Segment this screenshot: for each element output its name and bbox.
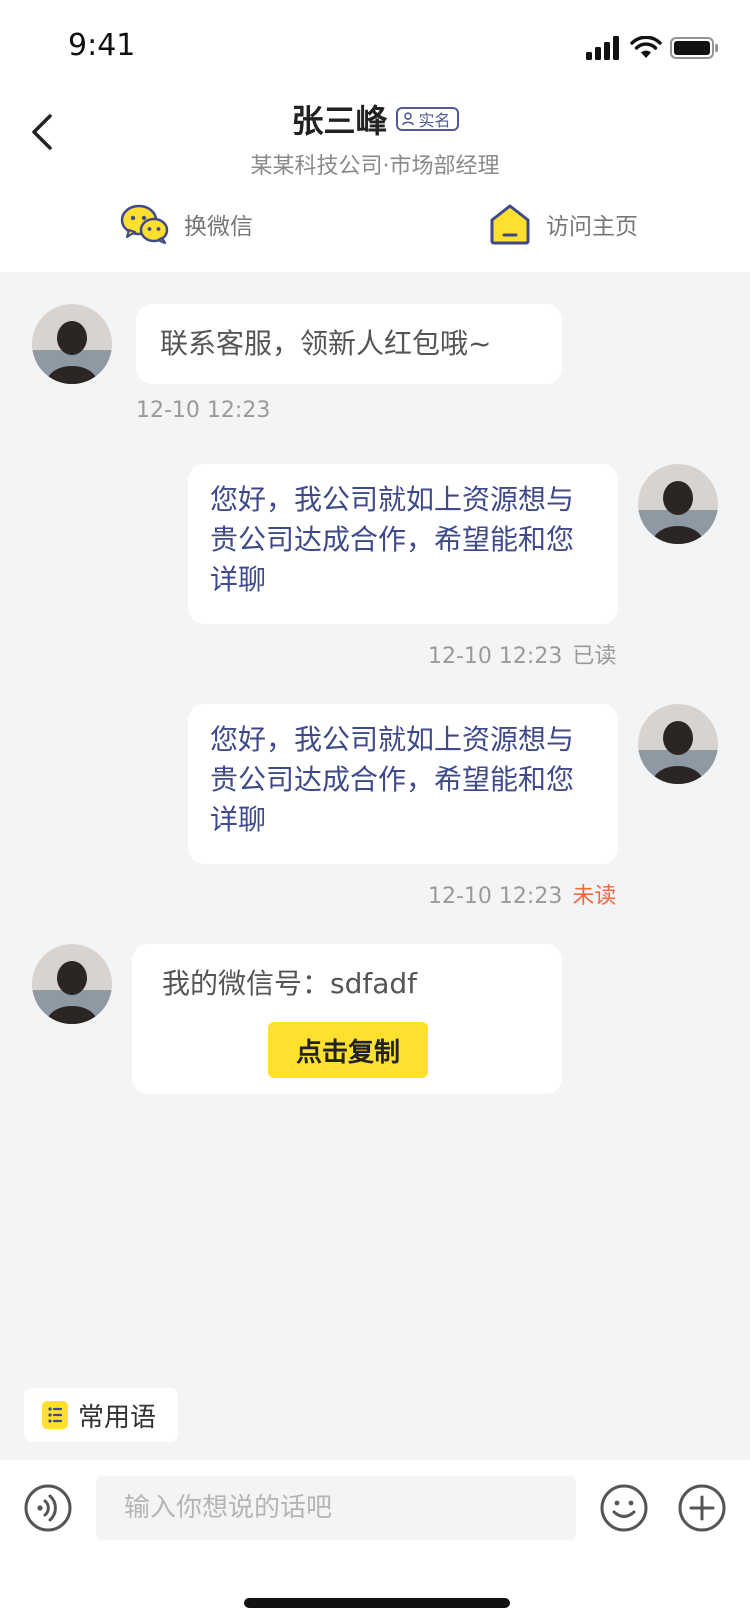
header-actions: 换微信 访问主页 [0, 196, 750, 252]
status-icons [586, 30, 720, 66]
visit-homepage-button[interactable]: 访问主页 [488, 196, 638, 252]
contact-avatar[interactable] [32, 944, 112, 1024]
voice-icon[interactable] [24, 1484, 72, 1532]
my-avatar[interactable] [638, 464, 718, 544]
avatar-image [32, 304, 112, 384]
wechat-card: 我的微信号：sdfadf 点击复制 [132, 944, 562, 1094]
header-area: 9:41 张三峰 实名 某某科技公司·市场部经理 换微信 访问主页 [0, 0, 750, 272]
message-text: 您好，我公司就如上资源想与贵公司达成合作，希望能和您详聊 [210, 723, 575, 836]
copy-button[interactable]: 点击复制 [268, 1022, 428, 1078]
emoji-icon[interactable] [600, 1484, 648, 1532]
message-time: 12-10 12:23 [428, 884, 563, 909]
message-bubble-outgoing[interactable]: 您好，我公司就如上资源想与贵公司达成合作，希望能和您详聊 [188, 704, 618, 864]
message-bubble-outgoing[interactable]: 您好，我公司就如上资源想与贵公司达成合作，希望能和您详聊 [188, 464, 618, 624]
read-status: 已读 [572, 644, 617, 669]
switch-wechat-label: 换微信 [184, 214, 253, 240]
message-meta: 12-10 12:23 已读 [428, 638, 616, 670]
home-indicator [244, 1598, 510, 1608]
message-text: 您好，我公司就如上资源想与贵公司达成合作，希望能和您详聊 [210, 483, 575, 596]
quick-phrases-label: 常用语 [78, 1402, 157, 1433]
wechat-id-text: 我的微信号：sdfadf [162, 967, 418, 1000]
contact-header: 张三峰 实名 某某科技公司·市场部经理 [0, 96, 750, 180]
message-bubble-incoming[interactable]: 联系客服，领新人红包哦~ [136, 304, 562, 384]
battery-icon [670, 37, 718, 59]
verified-badge: 实名 [395, 107, 459, 131]
visit-homepage-label: 访问主页 [546, 214, 638, 240]
quick-phrases-button[interactable]: 常用语 [24, 1388, 178, 1442]
status-time: 9:41 [68, 28, 136, 63]
user-verified-icon [401, 112, 414, 126]
message-time: 12-10 12:23 [136, 398, 271, 423]
message-text: 联系客服，领新人红包哦~ [160, 327, 492, 360]
wechat-icon [120, 204, 169, 245]
contact-name: 张三峰 [291, 102, 388, 140]
list-icon [42, 1401, 68, 1429]
contact-subtitle: 某某科技公司·市场部经理 [250, 154, 500, 179]
contact-avatar[interactable] [32, 304, 112, 384]
avatar-image [638, 704, 718, 784]
message-time: 12-10 12:23 [428, 644, 563, 669]
wifi-icon [630, 36, 662, 58]
message-input[interactable] [96, 1476, 576, 1540]
contact-title: 张三峰 实名 [291, 96, 459, 142]
message-meta: 12-10 12:23 [136, 398, 270, 423]
signal-icon [586, 36, 619, 60]
plus-icon[interactable] [678, 1484, 726, 1532]
avatar-image [32, 944, 112, 1024]
verified-badge-label: 实名 [418, 111, 451, 130]
switch-wechat-button[interactable]: 换微信 [120, 196, 253, 252]
home-icon [490, 204, 530, 245]
unread-status: 未读 [572, 884, 617, 909]
message-meta: 12-10 12:23 未读 [428, 878, 616, 910]
my-avatar[interactable] [638, 704, 718, 784]
avatar-image [638, 464, 718, 544]
